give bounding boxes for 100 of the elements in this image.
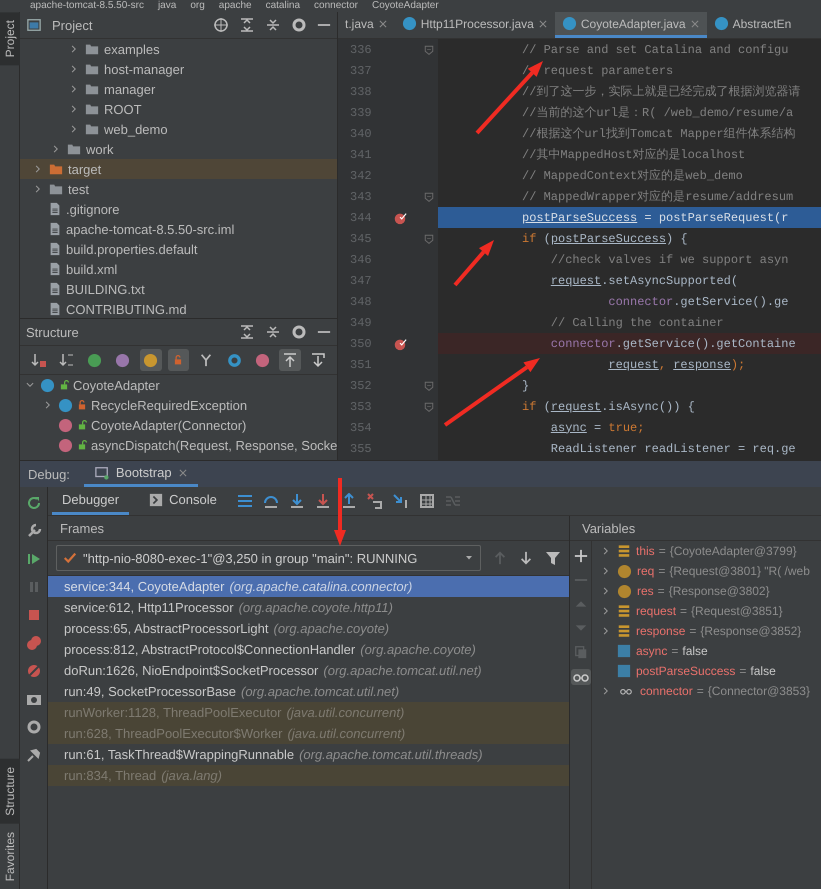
- fold-marker-icon[interactable]: [424, 400, 434, 412]
- arrow-down-icon[interactable]: [519, 550, 533, 566]
- fold-marker-icon[interactable]: [424, 190, 434, 202]
- collapse-all-icon[interactable]: [265, 17, 281, 33]
- structure-row[interactable]: CoyoteAdapter(Connector): [20, 415, 337, 435]
- variable-row[interactable]: req = {Request@3801} "R( /web: [592, 561, 821, 581]
- drop-frame-icon[interactable]: [366, 493, 383, 509]
- structure-row[interactable]: asyncDispatch(Request, Response, Socke: [20, 435, 337, 455]
- pin-icon[interactable]: [26, 747, 42, 763]
- settings-icon[interactable]: [291, 324, 307, 340]
- close-icon[interactable]: [178, 468, 188, 478]
- stack-frame-row[interactable]: process:812, AbstractProtocol$ConnectionHandler (org.apache.coyote): [48, 639, 569, 660]
- breadcrumb-item[interactable]: connector: [314, 0, 358, 12]
- stack-frame-row[interactable]: run:61, TaskThread$WrappingRunnable (org.apache.tomcat.util.threads): [48, 744, 569, 765]
- tree-row[interactable]: CONTRIBUTING.md: [20, 299, 337, 319]
- step-into-icon[interactable]: [288, 493, 305, 509]
- tree-row[interactable]: work: [20, 139, 337, 159]
- toolbar-toggle-button[interactable]: [168, 349, 190, 371]
- debugger-tab[interactable]: Debugger: [52, 487, 130, 515]
- force-step-into-icon[interactable]: [314, 493, 331, 509]
- side-tool-tab[interactable]: Project: [0, 12, 20, 66]
- fold-marker-icon[interactable]: [424, 44, 434, 56]
- ring-icon[interactable]: [226, 352, 242, 368]
- tree-row[interactable]: build.properties.default: [20, 239, 337, 259]
- tree-item-label: build.properties.default: [66, 242, 198, 256]
- editor-tab[interactable]: CoyoteAdapter.java: [554, 12, 707, 38]
- editor-tab[interactable]: Http11Processor.java: [394, 12, 555, 38]
- editor-tab[interactable]: t.java: [338, 12, 395, 38]
- tree-row[interactable]: host-manager: [20, 59, 337, 79]
- close-icon[interactable]: [690, 18, 700, 28]
- step-over-icon[interactable]: [262, 493, 279, 509]
- close-icon[interactable]: [378, 18, 388, 28]
- tree-row[interactable]: .gitignore: [20, 199, 337, 219]
- code-line: //根据这个url找到Tomcat Mapper组件体系结构: [521, 126, 797, 143]
- breadcrumb-item[interactable]: apache: [218, 0, 252, 12]
- breadcrumb-item[interactable]: org: [190, 0, 205, 12]
- glasses-icon[interactable]: [570, 669, 590, 685]
- stack-frame-row[interactable]: service:344, CoyoteAdapter (org.apache.catalina.connector): [48, 576, 569, 597]
- variable-row[interactable]: request = {Request@3851}: [592, 601, 821, 621]
- variable-row[interactable]: res = {Response@3802}: [592, 581, 821, 601]
- breadcrumb-item[interactable]: java: [158, 0, 176, 12]
- rerun-icon[interactable]: [26, 495, 42, 511]
- inherited-icon: [87, 352, 102, 368]
- breakpoints-icon[interactable]: [26, 635, 42, 651]
- calculator-icon[interactable]: [418, 493, 435, 509]
- anonymous-icon[interactable]: [199, 353, 214, 367]
- close-icon[interactable]: [538, 18, 548, 28]
- variable-row[interactable]: postParseSuccess = false: [592, 661, 821, 681]
- tree-row[interactable]: manager: [20, 79, 337, 99]
- stack-frame-row[interactable]: run:49, SocketProcessorBase (org.apache.tomcat.util.net): [48, 681, 569, 702]
- stack-frame-row[interactable]: service:612, Http11Processor (org.apache.coyote.http11): [48, 597, 569, 618]
- stack-frame-row[interactable]: process:65, AbstractProcessorLight (org.apache.coyote): [48, 618, 569, 639]
- tree-row[interactable]: BUILDING.txt: [20, 279, 337, 299]
- filter-icon[interactable]: [545, 550, 561, 566]
- structure-row[interactable]: RecycleRequiredException: [20, 395, 337, 415]
- run-to-cursor-icon[interactable]: [392, 493, 409, 509]
- settings-icon[interactable]: [26, 719, 42, 735]
- debugger-tab[interactable]: Console: [139, 487, 227, 515]
- wrench-icon[interactable]: [26, 523, 42, 539]
- run-config-tab[interactable]: Bootstrap: [84, 461, 198, 487]
- breadcrumb-item[interactable]: CoyoteAdapter: [372, 0, 439, 12]
- variable-row[interactable]: async = false: [592, 641, 821, 661]
- resume-icon[interactable]: [26, 551, 42, 567]
- toolbar-toggle-button[interactable]: [140, 349, 162, 371]
- step-out-icon[interactable]: [340, 493, 357, 509]
- tree-row[interactable]: test: [20, 179, 337, 199]
- tree-row[interactable]: examples: [20, 39, 337, 59]
- side-tool-tab[interactable]: Structure: [0, 758, 20, 824]
- breakpoint-icon[interactable]: [393, 210, 407, 224]
- panel-title[interactable]: Project: [52, 18, 92, 32]
- highlighted-tree-row[interactable]: target: [20, 159, 337, 179]
- tree-row[interactable]: build.xml: [20, 259, 337, 279]
- expand-all-icon[interactable]: [239, 324, 255, 340]
- stack-frame-row[interactable]: doRun:1626, NioEndpoint$SocketProcessor (org.apache.tomcat.util.net): [48, 660, 569, 681]
- variable-row[interactable]: connector = {Connector@3853}: [592, 681, 821, 701]
- class-icon: [58, 398, 73, 412]
- variable-text: this = {CoyoteAdapter@3799}: [636, 544, 797, 558]
- mute-breakpoints-icon[interactable]: [26, 663, 42, 679]
- add-icon[interactable]: [574, 549, 588, 563]
- variable-row[interactable]: this = {CoyoteAdapter@3799}: [592, 541, 821, 561]
- side-tool-tab[interactable]: Favorites: [0, 824, 20, 889]
- thread-dropdown[interactable]: "http-nio-8080-exec-1"@3,250 in group "main": RUNNING: [56, 545, 481, 571]
- variable-row[interactable]: response = {Response@3852}: [592, 621, 821, 641]
- fold-marker-icon[interactable]: [424, 232, 434, 244]
- structure-row[interactable]: CoyoteAdapter: [20, 375, 337, 395]
- breakpoint-icon[interactable]: [393, 336, 407, 350]
- breadcrumb-item[interactable]: apache-tomcat-8.5.50-src: [30, 0, 144, 12]
- collapse-all-icon[interactable]: [265, 324, 281, 340]
- expand-all-icon[interactable]: [239, 17, 255, 33]
- locate-icon[interactable]: [213, 17, 229, 33]
- layout-icon[interactable]: [236, 493, 253, 509]
- editor-tab[interactable]: AbstractEn: [706, 12, 798, 38]
- tree-row[interactable]: ROOT: [20, 99, 337, 119]
- breadcrumb-item[interactable]: catalina: [266, 0, 300, 12]
- panel-title: Frames: [60, 520, 104, 536]
- panel-title[interactable]: Structure: [26, 324, 79, 340]
- settings-icon[interactable]: [291, 17, 307, 33]
- fold-marker-icon[interactable]: [424, 380, 434, 392]
- tree-row[interactable]: apache-tomcat-8.5.50-src.iml: [20, 219, 337, 239]
- tree-row[interactable]: web_demo: [20, 119, 337, 139]
